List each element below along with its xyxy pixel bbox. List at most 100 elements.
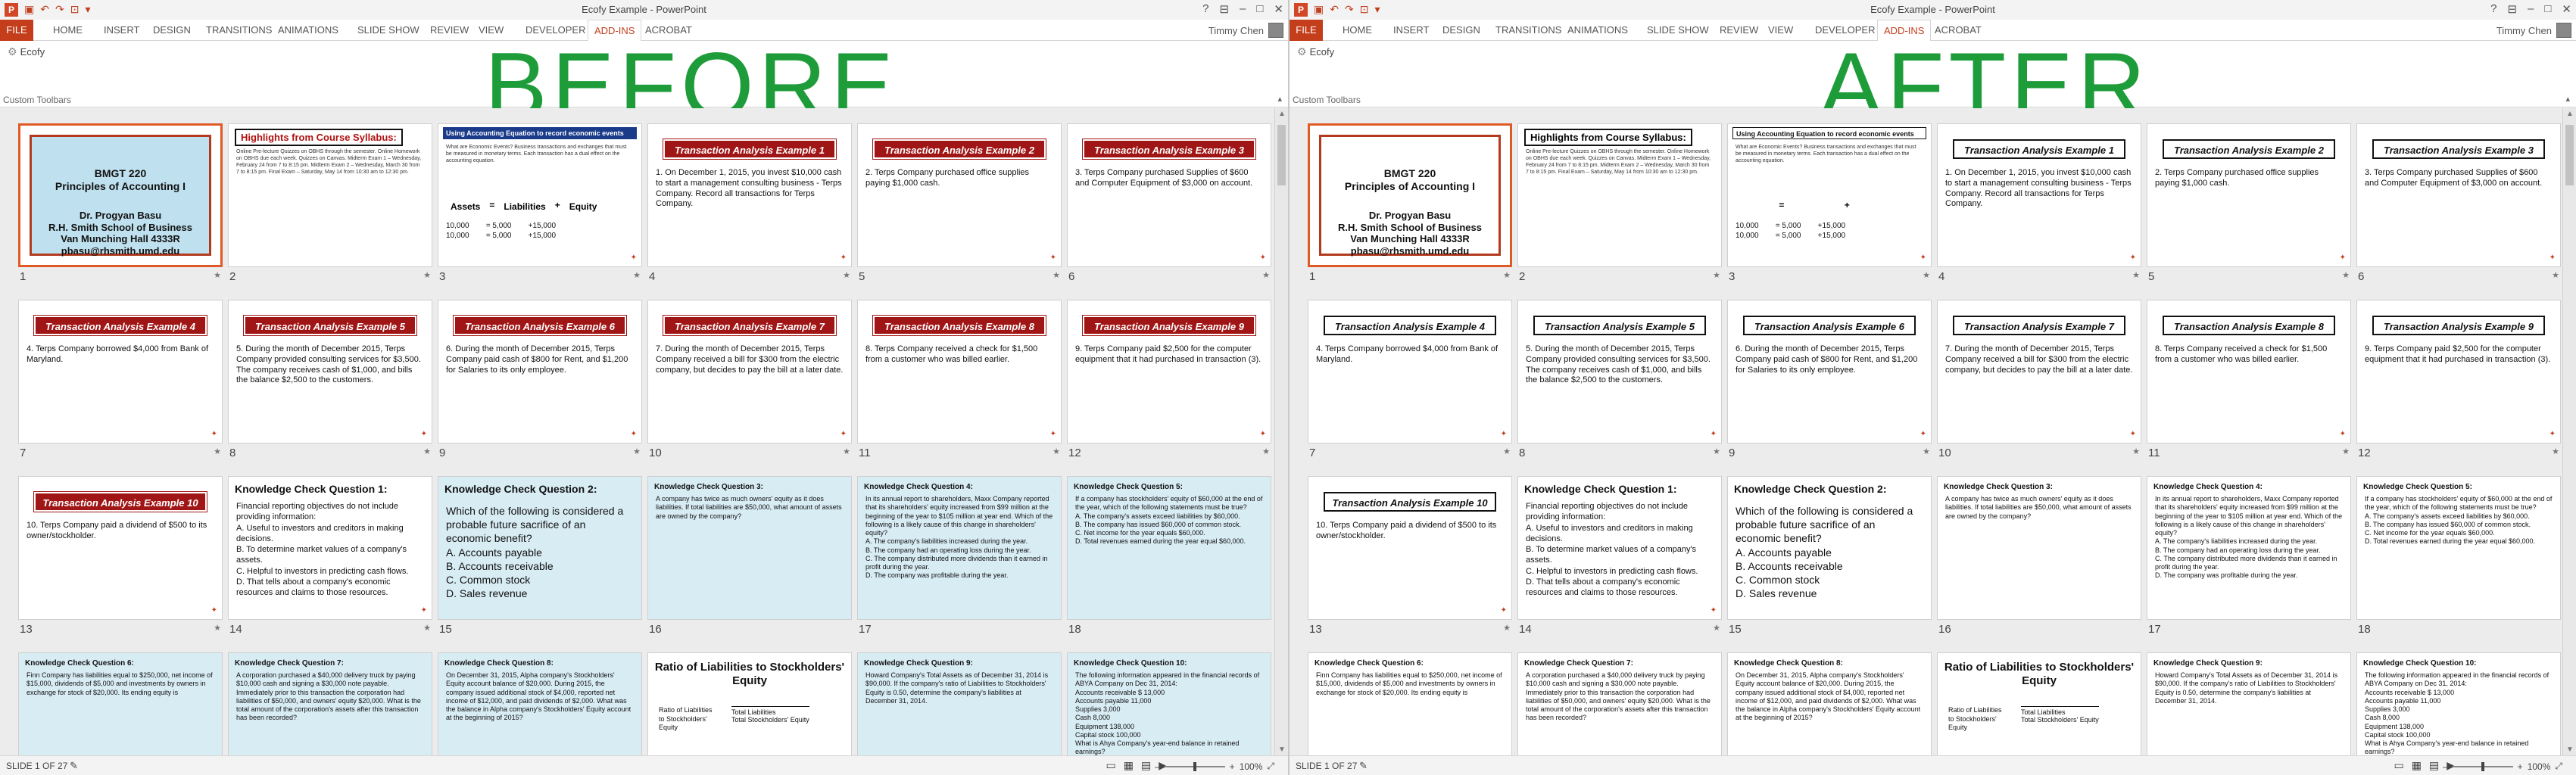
- scroll-down-icon[interactable]: ▼: [1278, 745, 1286, 754]
- slide-preview[interactable]: BMGT 220 Principles of Accounting I Dr. P…: [1308, 123, 1512, 267]
- slide-preview[interactable]: Transaction Analysis Example 6 6. During …: [438, 300, 642, 444]
- close-icon[interactable]: ✕: [1274, 2, 1283, 16]
- slide-thumbnail[interactable]: Transaction Analysis Example 4 4. Terps C…: [18, 300, 223, 460]
- slide-preview[interactable]: Knowledge Check Question 1: Financial rep…: [1517, 476, 1722, 620]
- ecofy-addin-button[interactable]: ⚙ Ecofy: [1297, 45, 1334, 58]
- slide-preview[interactable]: Knowledge Check Question 2: Which of the …: [438, 476, 642, 620]
- slide-thumbnail[interactable]: Transaction Analysis Example 8 8. Terps C…: [2147, 300, 2351, 460]
- user-account[interactable]: Timmy Chen: [2496, 23, 2571, 38]
- transition-icon[interactable]: ★: [214, 447, 221, 456]
- transition-icon[interactable]: ★: [843, 270, 850, 280]
- slide-thumbnail[interactable]: Transaction Analysis Example 2 2. Terps C…: [2147, 123, 2351, 284]
- slide-sorter-view-icon[interactable]: ▦: [2412, 759, 2422, 772]
- zoom-slider[interactable]: [1164, 761, 1225, 771]
- slide-thumbnail[interactable]: Transaction Analysis Example 2 2. Terps C…: [857, 123, 1062, 284]
- tab-review[interactable]: REVIEW: [430, 24, 469, 36]
- slide-preview[interactable]: Transaction Analysis Example 6 6. During …: [1727, 300, 1932, 444]
- tab-review[interactable]: REVIEW: [1720, 24, 1758, 36]
- slide-thumbnail[interactable]: Using Accounting Equation to record econ…: [1727, 123, 1932, 284]
- tab-slide-show[interactable]: SLIDE SHOW: [357, 24, 419, 36]
- slide-thumbnail[interactable]: Knowledge Check Question 2: Which of the …: [1727, 476, 1932, 636]
- notes-icon[interactable]: ✎: [1359, 760, 1368, 772]
- help-icon[interactable]: ?: [1202, 2, 1208, 16]
- slide-preview[interactable]: Knowledge Check Question 5: If a company …: [2356, 476, 2561, 620]
- slide-preview[interactable]: Highlights from Course Syllabus: Online P…: [1517, 123, 1722, 267]
- slide-thumbnail[interactable]: BMGT 220 Principles of Accounting I Dr. P…: [1308, 123, 1512, 284]
- slide-thumbnail[interactable]: Knowledge Check Question 4: In its annual…: [857, 476, 1062, 636]
- transition-icon[interactable]: ★: [2132, 270, 2140, 280]
- slide-preview[interactable]: Transaction Analysis Example 5 5. During …: [228, 300, 432, 444]
- normal-view-icon[interactable]: ▭: [1106, 759, 1116, 772]
- tab-view[interactable]: VIEW: [1768, 24, 1793, 36]
- transition-icon[interactable]: ★: [1923, 447, 1930, 456]
- slide-preview[interactable]: Transaction Analysis Example 2 2. Terps C…: [2147, 123, 2351, 267]
- minimize-icon[interactable]: –: [1240, 2, 1246, 16]
- scrollbar-thumb[interactable]: [2565, 125, 2574, 185]
- slide-preview[interactable]: Transaction Analysis Example 7 7. During …: [1937, 300, 2141, 444]
- slide-thumbnail[interactable]: Transaction Analysis Example 9 9. Terps C…: [1067, 300, 1271, 460]
- slide-thumbnail[interactable]: Knowledge Check Question 3: A company has…: [1937, 476, 2141, 636]
- slide-sorter-view-icon[interactable]: ▦: [1124, 759, 1134, 772]
- slide-preview[interactable]: Transaction Analysis Example 7 7. During …: [647, 300, 852, 444]
- slide-thumbnail[interactable]: Transaction Analysis Example 6 6. During …: [438, 300, 642, 460]
- slide-preview[interactable]: BMGT 220 Principles of Accounting I Dr. P…: [18, 123, 223, 267]
- reading-view-icon[interactable]: ▤: [1141, 759, 1151, 772]
- scrollbar-thumb[interactable]: [1277, 125, 1286, 185]
- transition-icon[interactable]: ★: [1503, 270, 1511, 280]
- slide-preview[interactable]: Transaction Analysis Example 1 1. On Dece…: [647, 123, 852, 267]
- transition-icon[interactable]: ★: [1923, 270, 1930, 280]
- normal-view-icon[interactable]: ▭: [2394, 759, 2404, 772]
- slide-preview[interactable]: Highlights from Course Syllabus: Online P…: [228, 123, 432, 267]
- transition-icon[interactable]: ★: [423, 447, 431, 456]
- tab-file[interactable]: FILE: [0, 20, 33, 41]
- slide-thumbnail[interactable]: Using Accounting Equation to record econ…: [438, 123, 642, 284]
- slide-preview[interactable]: Transaction Analysis Example 5 5. During …: [1517, 300, 1722, 444]
- tab-transitions[interactable]: TRANSITIONS: [1495, 24, 1561, 36]
- slide-thumbnail[interactable]: Transaction Analysis Example 10 10. Terps…: [18, 476, 223, 636]
- tab-animations[interactable]: ANIMATIONS: [1567, 24, 1628, 36]
- transition-icon[interactable]: ★: [1053, 447, 1060, 456]
- slide-preview[interactable]: Transaction Analysis Example 10 10. Terps…: [1308, 476, 1512, 620]
- slide-thumbnail[interactable]: Transaction Analysis Example 4 4. Terps C…: [1308, 300, 1512, 460]
- zoom-out-icon[interactable]: –: [2443, 761, 2448, 772]
- notes-icon[interactable]: ✎: [70, 760, 78, 772]
- zoom-out-icon[interactable]: –: [1155, 761, 1160, 772]
- transition-icon[interactable]: ★: [1262, 270, 1270, 280]
- transition-icon[interactable]: ★: [1713, 270, 1720, 280]
- transition-icon[interactable]: ★: [1503, 447, 1511, 456]
- slide-preview[interactable]: Knowledge Check Question 3: A company has…: [1937, 476, 2141, 620]
- user-account[interactable]: Timmy Chen: [1208, 23, 1283, 38]
- tab-slide-show[interactable]: SLIDE SHOW: [1647, 24, 1709, 36]
- tab-insert[interactable]: INSERT: [104, 24, 139, 36]
- transition-icon[interactable]: ★: [1053, 270, 1060, 280]
- transition-icon[interactable]: ★: [2132, 447, 2140, 456]
- slide-thumbnail[interactable]: Transaction Analysis Example 1 1. On Dece…: [1937, 123, 2141, 284]
- tab-home[interactable]: HOME: [1343, 24, 1372, 36]
- slide-preview[interactable]: Transaction Analysis Example 4 4. Terps C…: [18, 300, 223, 444]
- transition-icon[interactable]: ★: [423, 623, 431, 633]
- scroll-down-icon[interactable]: ▼: [2566, 745, 2574, 754]
- scroll-up-icon[interactable]: ▲: [2566, 110, 2574, 118]
- slide-preview[interactable]: Knowledge Check Question 5: If a company …: [1067, 476, 1271, 620]
- slide-thumbnail[interactable]: Transaction Analysis Example 3 3. Terps C…: [1067, 123, 1271, 284]
- transition-icon[interactable]: ★: [2342, 447, 2350, 456]
- transition-icon[interactable]: ★: [633, 270, 641, 280]
- slide-thumbnail[interactable]: Transaction Analysis Example 6 6. During …: [1727, 300, 1932, 460]
- slide-preview[interactable]: Transaction Analysis Example 1 1. On Dece…: [1937, 123, 2141, 267]
- tab-design[interactable]: DESIGN: [1442, 24, 1480, 36]
- help-icon[interactable]: ?: [2490, 2, 2496, 16]
- tab-design[interactable]: DESIGN: [153, 24, 191, 36]
- transition-icon[interactable]: ★: [843, 447, 850, 456]
- transition-icon[interactable]: ★: [633, 447, 641, 456]
- minimize-icon[interactable]: –: [2528, 2, 2534, 16]
- slide-preview[interactable]: Knowledge Check Question 4: In its annual…: [2147, 476, 2351, 620]
- close-icon[interactable]: ✕: [2562, 2, 2571, 16]
- transition-icon[interactable]: ★: [1713, 447, 1720, 456]
- slide-thumbnail[interactable]: Knowledge Check Question 4: In its annual…: [2147, 476, 2351, 636]
- slide-thumbnail[interactable]: Transaction Analysis Example 1 1. On Dece…: [647, 123, 852, 284]
- slide-thumbnail[interactable]: Knowledge Check Question 1: Financial rep…: [1517, 476, 1722, 636]
- slide-preview[interactable]: Transaction Analysis Example 8 8. Terps C…: [2147, 300, 2351, 444]
- slide-thumbnail[interactable]: Knowledge Check Question 5: If a company …: [2356, 476, 2561, 636]
- restore-ribbon-icon[interactable]: ⊟: [2507, 2, 2517, 16]
- slide-preview[interactable]: Transaction Analysis Example 3 3. Terps C…: [1067, 123, 1271, 267]
